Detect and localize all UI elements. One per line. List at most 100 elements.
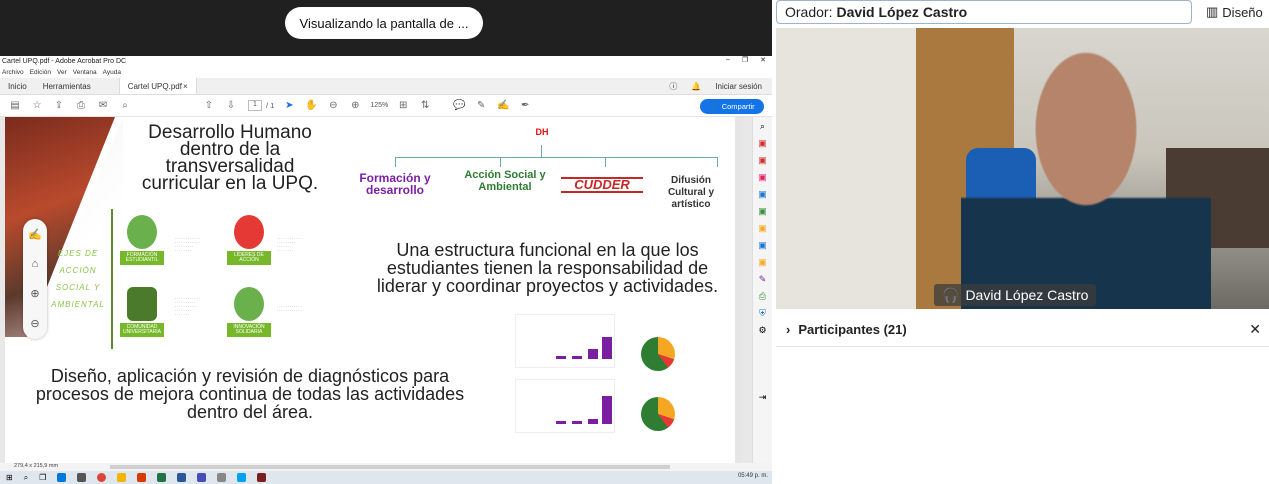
tools-rail: ⌕ ▣ ▣ ▣ ▣ ▣ ▣ ▣ ▣ ✎ ⎙ ⛨ ⚙ ⇥ <box>752 117 772 463</box>
pie-chart-1 <box>641 337 675 371</box>
speaker-label: Orador: <box>785 4 833 20</box>
app-icon[interactable] <box>237 473 247 482</box>
fill-sign-icon[interactable]: ▣ <box>758 223 767 234</box>
task-search-icon[interactable]: ⌕ <box>24 473 28 483</box>
save-icon[interactable]: ▤ <box>8 99 22 113</box>
send-icon[interactable]: ▣ <box>758 240 767 251</box>
sign-tool-icon[interactable]: ✍ <box>28 228 42 241</box>
comment-tool-icon[interactable]: ▣ <box>758 257 767 268</box>
vertical-scrollbar[interactable] <box>735 117 743 463</box>
print-icon[interactable]: ⎙ <box>74 99 88 113</box>
chart-bar <box>556 421 566 424</box>
folder-icon[interactable] <box>117 473 127 482</box>
page-total: / 1 <box>266 101 275 110</box>
minimize-icon[interactable]: – <box>726 56 730 64</box>
floating-tools: ✍ ⌂ ⊕ ⊖ <box>23 219 47 339</box>
tab-herramientas[interactable]: Herramientas <box>35 78 99 94</box>
windows-taskbar: ⊞ ⌕ ❐ 05:49 p. m. <box>0 471 772 484</box>
stamp-icon[interactable]: ⌂ <box>32 258 39 270</box>
dh-logo: DH <box>535 127 549 137</box>
acrobat-icon[interactable] <box>257 473 267 482</box>
menu-archivo[interactable]: Archivo <box>2 69 24 76</box>
page-up-icon[interactable]: ⇧ <box>202 99 216 113</box>
collapse-rail-icon[interactable]: ⇥ <box>759 392 767 403</box>
headset-icon: 🎧 <box>942 286 960 303</box>
print-tool-icon[interactable]: ⎙ <box>759 291 766 302</box>
horizontal-scrollbar[interactable] <box>110 465 670 469</box>
maximize-icon[interactable]: ❐ <box>742 56 748 64</box>
speaker-video: 🎧 David López Castro <box>776 28 1269 309</box>
close-panel-icon[interactable]: ✕ <box>1249 321 1261 338</box>
combine-icon[interactable]: ▣ <box>758 206 767 217</box>
word-icon[interactable] <box>177 473 187 482</box>
create-pdf-icon[interactable]: ▣ <box>758 138 767 149</box>
help-icon[interactable]: ⓘ <box>669 81 677 92</box>
chrome-icon[interactable] <box>97 473 107 482</box>
settings-icon[interactable] <box>217 473 227 482</box>
export-pdf-icon[interactable]: ▣ <box>758 155 767 166</box>
poster-title: Desarrollo Humano dentro de la transvers… <box>141 122 319 194</box>
signin-link[interactable]: Iniciar sesión <box>715 82 762 91</box>
page-down-icon[interactable]: ⇩ <box>224 99 238 113</box>
zoom-out-icon[interactable]: ⊖ <box>326 99 340 113</box>
document-viewport[interactable]: Desarrollo Humano dentro de la transvers… <box>0 117 752 463</box>
zoom-out-float-icon[interactable]: ⊖ <box>30 317 39 330</box>
highlight-icon[interactable]: ✍ <box>496 99 510 113</box>
badge-comunidad: COMUNIDAD UNIVERSITARIA <box>120 287 164 341</box>
speaker-field[interactable]: Orador: David López Castro <box>776 0 1192 24</box>
taskbar-clock: 05:49 p. m. <box>737 473 768 479</box>
organize-icon[interactable]: ▣ <box>758 189 767 200</box>
menu-ayuda[interactable]: Ayuda <box>103 69 121 76</box>
email-icon[interactable]: ✉ <box>96 99 110 113</box>
badge-innovacion: INNOVACIÓN SOLIDARIA <box>227 287 271 341</box>
windows-start-icon[interactable]: ⊞ <box>6 473 13 482</box>
layout-button[interactable]: ▥ Diseño <box>1200 0 1269 24</box>
participants-header[interactable]: › Participantes (21) ✕ <box>776 313 1269 347</box>
tab-document[interactable]: Cartel UPQ.pdf × <box>118 78 197 94</box>
badge-formacion-notes: · · · · · · · · · · · · · · · · · · · · ·… <box>175 237 200 253</box>
chart-bar <box>602 337 612 359</box>
hand-icon[interactable]: ✋ <box>304 99 318 113</box>
org-chart-drop-3 <box>605 157 606 167</box>
menu-edicion[interactable]: Edición <box>30 69 51 76</box>
search-icon[interactable]: ⌕ <box>118 99 132 113</box>
powerpoint-icon[interactable] <box>137 473 147 482</box>
scroll-mode-icon[interactable]: ⇅ <box>418 99 432 113</box>
tab-close-icon[interactable]: × <box>183 82 188 91</box>
edit-pdf-icon[interactable]: ▣ <box>758 172 767 183</box>
protect-icon[interactable]: ⛨ <box>759 308 766 319</box>
bookmark-star-icon[interactable]: ☆ <box>30 99 44 113</box>
app-icon[interactable] <box>57 473 67 482</box>
teams-icon[interactable] <box>197 473 207 482</box>
select-cursor-icon[interactable]: ➤ <box>282 99 296 113</box>
page-number-input[interactable]: 1 <box>248 100 262 111</box>
badge-lideres-notes: · · · · · · · · · · · · · · · · · · · · ·… <box>277 237 302 253</box>
excel-icon[interactable] <box>157 473 167 482</box>
org-chart-line <box>395 157 717 158</box>
screen-share-banner[interactable]: Visualizando la pantalla de ... <box>285 7 483 39</box>
menu-ventana[interactable]: Ventana <box>73 69 97 76</box>
zoom-in-icon[interactable]: ⊕ <box>348 99 362 113</box>
menu-ver[interactable]: Ver <box>57 69 67 76</box>
sign-icon[interactable]: ✒ <box>518 99 532 113</box>
bell-icon[interactable]: 🔔 <box>691 82 701 91</box>
more-tools-icon[interactable]: ⚙ <box>758 325 766 336</box>
badge-lideres: LÍDERES DE ACCIÓN <box>227 215 271 269</box>
close-icon[interactable]: ✕ <box>760 56 766 64</box>
share-button[interactable]: 👤 Compartir <box>700 99 764 114</box>
pen-icon[interactable]: ✎ <box>474 99 488 113</box>
comment-icon[interactable]: 💬 <box>452 99 466 113</box>
search-tool-icon[interactable]: ⌕ <box>760 121 765 132</box>
zoom-in-float-icon[interactable]: ⊕ <box>30 287 39 300</box>
upload-icon[interactable]: ⇪ <box>52 99 66 113</box>
tab-inicio[interactable]: Inicio <box>0 78 35 94</box>
app-icon[interactable] <box>77 473 87 482</box>
badge-formacion-label: FORMACIÓN ESTUDIANTIL <box>120 251 164 265</box>
ejes-label: EJES DE ACCIÓN SOCIAL Y AMBIENTAL <box>51 249 105 309</box>
video-wall <box>776 28 916 309</box>
video-person <box>961 48 1211 309</box>
zoom-level[interactable]: 125% <box>370 102 388 109</box>
task-view-icon[interactable]: ❐ <box>39 473 46 482</box>
fit-page-icon[interactable]: ⊞ <box>396 99 410 113</box>
edit-tool-icon[interactable]: ✎ <box>759 274 767 285</box>
